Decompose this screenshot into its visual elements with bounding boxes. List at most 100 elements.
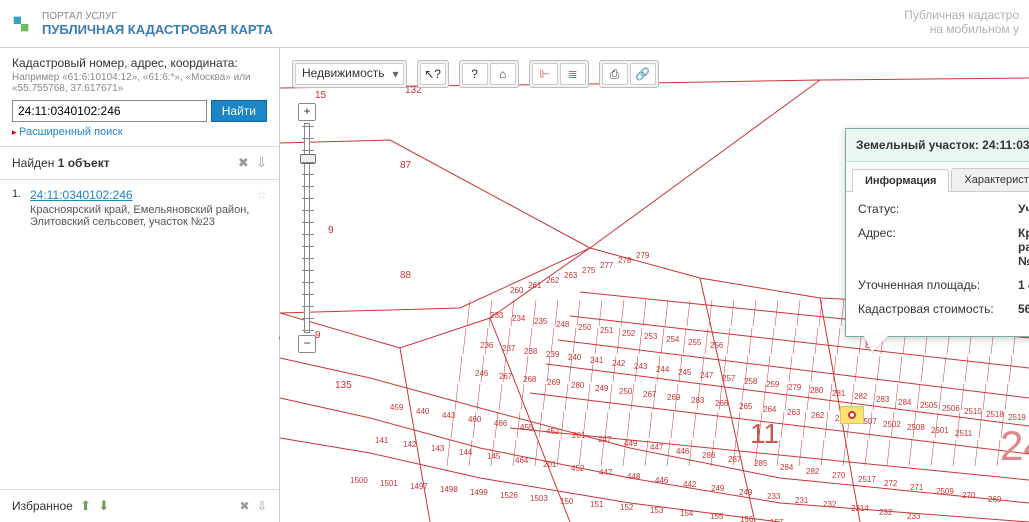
svg-text:269: 269: [988, 495, 1002, 504]
svg-text:254: 254: [666, 335, 680, 344]
svg-text:270: 270: [832, 471, 846, 480]
svg-text:446: 446: [676, 447, 690, 456]
svg-text:250: 250: [578, 323, 592, 332]
svg-text:258: 258: [744, 377, 758, 386]
sidebar: Кадастровый номер, адрес, координата: На…: [0, 48, 280, 522]
home-icon[interactable]: ⌂: [490, 63, 516, 85]
svg-text:1498: 1498: [440, 485, 458, 494]
search-label: Кадастровый номер, адрес, координата:: [12, 56, 267, 70]
svg-text:448: 448: [627, 472, 641, 481]
zoom-out-button[interactable]: −: [298, 335, 316, 353]
svg-text:270: 270: [962, 491, 976, 500]
link-icon[interactable]: 🔗: [630, 63, 656, 85]
svg-text:2508: 2508: [907, 423, 925, 432]
svg-text:233: 233: [767, 492, 781, 501]
svg-text:2517: 2517: [858, 475, 876, 484]
svg-text:259: 259: [766, 380, 780, 389]
print-icon[interactable]: ⎙: [602, 63, 628, 85]
chart-icon[interactable]: ≣: [560, 63, 586, 85]
svg-text:263: 263: [564, 271, 578, 280]
svg-text:2505: 2505: [920, 401, 938, 410]
svg-text:141: 141: [375, 436, 389, 445]
svg-text:282: 282: [854, 392, 868, 401]
svg-text:285: 285: [754, 459, 768, 468]
popup-title: Земельный участок: 24:11:0340102:246: [856, 138, 1029, 152]
popup-tabs: Информация Характеристики Кто обслуживае…: [846, 162, 1029, 192]
portal-label: ПОРТАЛ УСЛУГ: [42, 11, 273, 22]
svg-text:2511: 2511: [955, 429, 973, 438]
zone-24-label: 24: [1000, 422, 1029, 469]
result-link[interactable]: 24:11:0340102:246: [30, 188, 133, 202]
svg-text:447: 447: [650, 443, 664, 452]
svg-text:260: 260: [510, 286, 524, 295]
zoom-track[interactable]: [304, 123, 310, 333]
svg-text:143: 143: [431, 444, 445, 453]
selected-parcel-marker[interactable]: [840, 406, 864, 424]
svg-text:2501: 2501: [931, 426, 949, 435]
svg-text:1503: 1503: [530, 494, 548, 503]
svg-text:245: 245: [678, 368, 692, 377]
advanced-search-link[interactable]: Расширенный поиск: [12, 126, 123, 138]
svg-text:264: 264: [763, 405, 777, 414]
favorite-star-icon[interactable]: ☆: [256, 188, 267, 202]
svg-text:283: 283: [691, 396, 705, 405]
svg-text:155: 155: [710, 512, 724, 521]
tab-info[interactable]: Информация: [852, 169, 949, 192]
zone-11-label: 11: [750, 418, 779, 449]
help-icon[interactable]: ?: [462, 63, 488, 85]
svg-text:261: 261: [528, 281, 542, 290]
svg-text:135: 135: [335, 380, 352, 391]
svg-text:269: 269: [547, 378, 561, 387]
svg-text:88: 88: [400, 270, 412, 281]
svg-text:246: 246: [475, 369, 489, 378]
fav-expand-icon[interactable]: ⇩: [257, 499, 267, 513]
clear-icon[interactable]: ✖: [238, 155, 249, 170]
svg-text:442: 442: [683, 480, 697, 489]
svg-text:2506: 2506: [942, 404, 960, 413]
svg-text:247: 247: [700, 371, 714, 380]
svg-text:240: 240: [568, 353, 582, 362]
svg-text:15: 15: [315, 90, 327, 101]
svg-text:452: 452: [571, 464, 585, 473]
search-button[interactable]: Найти: [211, 100, 267, 122]
excel-import-icon[interactable]: ⬆: [80, 498, 91, 513]
svg-text:275: 275: [582, 266, 596, 275]
svg-text:249: 249: [711, 484, 725, 493]
app-title: ПУБЛИЧНАЯ КАДАСТРОВАЯ КАРТА: [42, 22, 273, 37]
svg-text:154: 154: [680, 509, 694, 518]
svg-text:2519: 2519: [1008, 413, 1026, 422]
measure-icon[interactable]: ⊩: [532, 63, 558, 85]
pointer-tool-icon[interactable]: ↖?: [420, 63, 446, 85]
svg-text:284: 284: [780, 463, 794, 472]
svg-text:277: 277: [600, 261, 614, 270]
result-item[interactable]: 1. 24:11:0340102:246 Красноярский край, …: [0, 180, 279, 236]
search-hint: Например «61:6:10104:12», «61:6:*», «Мос…: [12, 72, 267, 94]
header-tagline: Публичная кадастро на мобильном у: [904, 8, 1019, 36]
svg-text:278: 278: [618, 256, 632, 265]
svg-text:268: 268: [523, 375, 537, 384]
svg-text:266: 266: [715, 399, 729, 408]
svg-text:447: 447: [599, 468, 613, 477]
export-icon[interactable]: ⇩: [256, 155, 267, 170]
excel-export-icon[interactable]: ⬇: [98, 498, 109, 513]
result-address: Красноярский край, Емельяновский район, …: [30, 204, 267, 228]
svg-text:238: 238: [524, 347, 538, 356]
zoom-in-button[interactable]: +: [298, 103, 316, 121]
marker-dot-icon: [848, 411, 856, 419]
fav-clear-icon[interactable]: ✖: [240, 499, 250, 513]
svg-text:232: 232: [823, 500, 837, 509]
svg-text:452: 452: [546, 427, 560, 436]
svg-text:152: 152: [620, 503, 634, 512]
map-canvas[interactable]: Недвижимость ↖? ? ⌂ ⊩ ≣ ⎙ 🔗 + −: [280, 48, 1029, 522]
svg-text:449: 449: [624, 439, 638, 448]
tab-characteristics[interactable]: Характеристики: [951, 168, 1029, 191]
results-header: Найден 1 объект ✖ ⇩: [0, 146, 279, 180]
search-input[interactable]: [12, 100, 207, 122]
zoom-control: + −: [298, 103, 316, 353]
svg-text:248: 248: [556, 320, 570, 329]
svg-text:252: 252: [622, 329, 636, 338]
svg-text:286: 286: [702, 451, 716, 460]
svg-text:236: 236: [480, 341, 494, 350]
layer-select[interactable]: Недвижимость: [295, 63, 404, 85]
map-toolbar: Недвижимость ↖? ? ⌂ ⊩ ≣ ⎙ 🔗: [292, 60, 659, 88]
